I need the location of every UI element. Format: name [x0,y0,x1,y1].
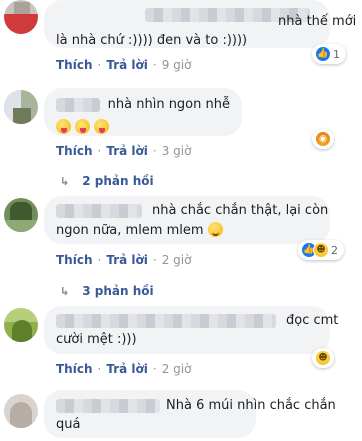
reply-link[interactable]: Trả lời [106,253,148,267]
reply-link[interactable]: Trả lời [106,362,148,376]
haha-reaction-icon: ☻ [313,242,329,258]
avatar[interactable] [4,90,38,124]
timestamp[interactable]: 3 giờ [162,144,192,158]
commenter-name-blurred[interactable] [56,204,142,218]
avatar[interactable] [4,394,38,428]
commenter-name-blurred[interactable] [56,314,276,328]
view-replies-link[interactable]: ↳ 2 phản hồi [60,174,154,188]
comment-bubble: nhà nhìn ngon nhễ [44,88,242,136]
avatar[interactable] [4,308,38,342]
like-link[interactable]: Thích [56,58,93,72]
reply-arrow-icon: ↳ [60,284,70,298]
comment-text-a: Nhà 6 múi nhìn chắc chắn [166,398,336,413]
angry-reaction-icon: ◉ [315,131,331,147]
comment-text-b: là nhà chứ :)))) đen và to :)))) [56,33,248,48]
timestamp[interactable]: 2 giờ [162,362,192,376]
comment-text-b: ngon nữa, mlem mlem [56,223,204,238]
reply-link[interactable]: Trả lời [106,144,148,158]
tongue-out-emoji [75,119,91,134]
reaction-summary[interactable]: ☻ [312,348,334,368]
reply-arrow-icon: ↳ [60,174,70,188]
winking-tongue-emoji [207,222,223,237]
timestamp[interactable]: 9 giờ [162,58,192,72]
haha-reaction-icon: ☻ [315,350,331,366]
like-link[interactable]: Thích [56,362,93,376]
reaction-summary[interactable]: ◉ [312,129,334,149]
comment-text-a: nhà thế mới [278,14,357,29]
like-link[interactable]: Thích [56,253,93,267]
avatar[interactable] [4,198,38,232]
reaction-summary[interactable]: 👍 ☻ 2 [298,240,344,260]
like-link[interactable]: Thích [56,144,93,158]
comment-thread: nhà thế mới là nhà chứ :)))) đen và to :… [0,0,362,441]
tongue-out-emoji [56,119,71,134]
comment-text-a: đọc cmt [286,313,339,328]
reply-link[interactable]: Trả lời [106,58,148,72]
comment-actions: Thích · Trả lời · 2 giờ [56,253,192,267]
like-reaction-icon: 👍 [315,46,331,62]
commenter-name-blurred[interactable] [56,97,100,112]
comment-text-b: cười mệt :))) [56,332,137,347]
commenter-name-blurred[interactable] [56,399,160,413]
tongue-out-emoji [94,119,110,134]
reaction-summary[interactable]: 👍 1 [312,44,346,64]
avatar[interactable] [4,0,38,34]
timestamp[interactable]: 2 giờ [162,253,192,267]
comment-text-a: nhà chắc chắn thật, lại còn [152,203,329,218]
comment-text: nhà nhìn ngon nhễ [107,97,230,112]
comment-actions: Thích · Trả lời · 9 giờ [56,58,192,72]
comment-actions: Thích · Trả lời · 2 giờ [56,362,192,376]
view-replies-link[interactable]: ↳ 3 phản hồi [60,284,154,298]
comment-actions: Thích · Trả lời · 3 giờ [56,144,192,158]
comment-text-b: quá [56,417,81,432]
